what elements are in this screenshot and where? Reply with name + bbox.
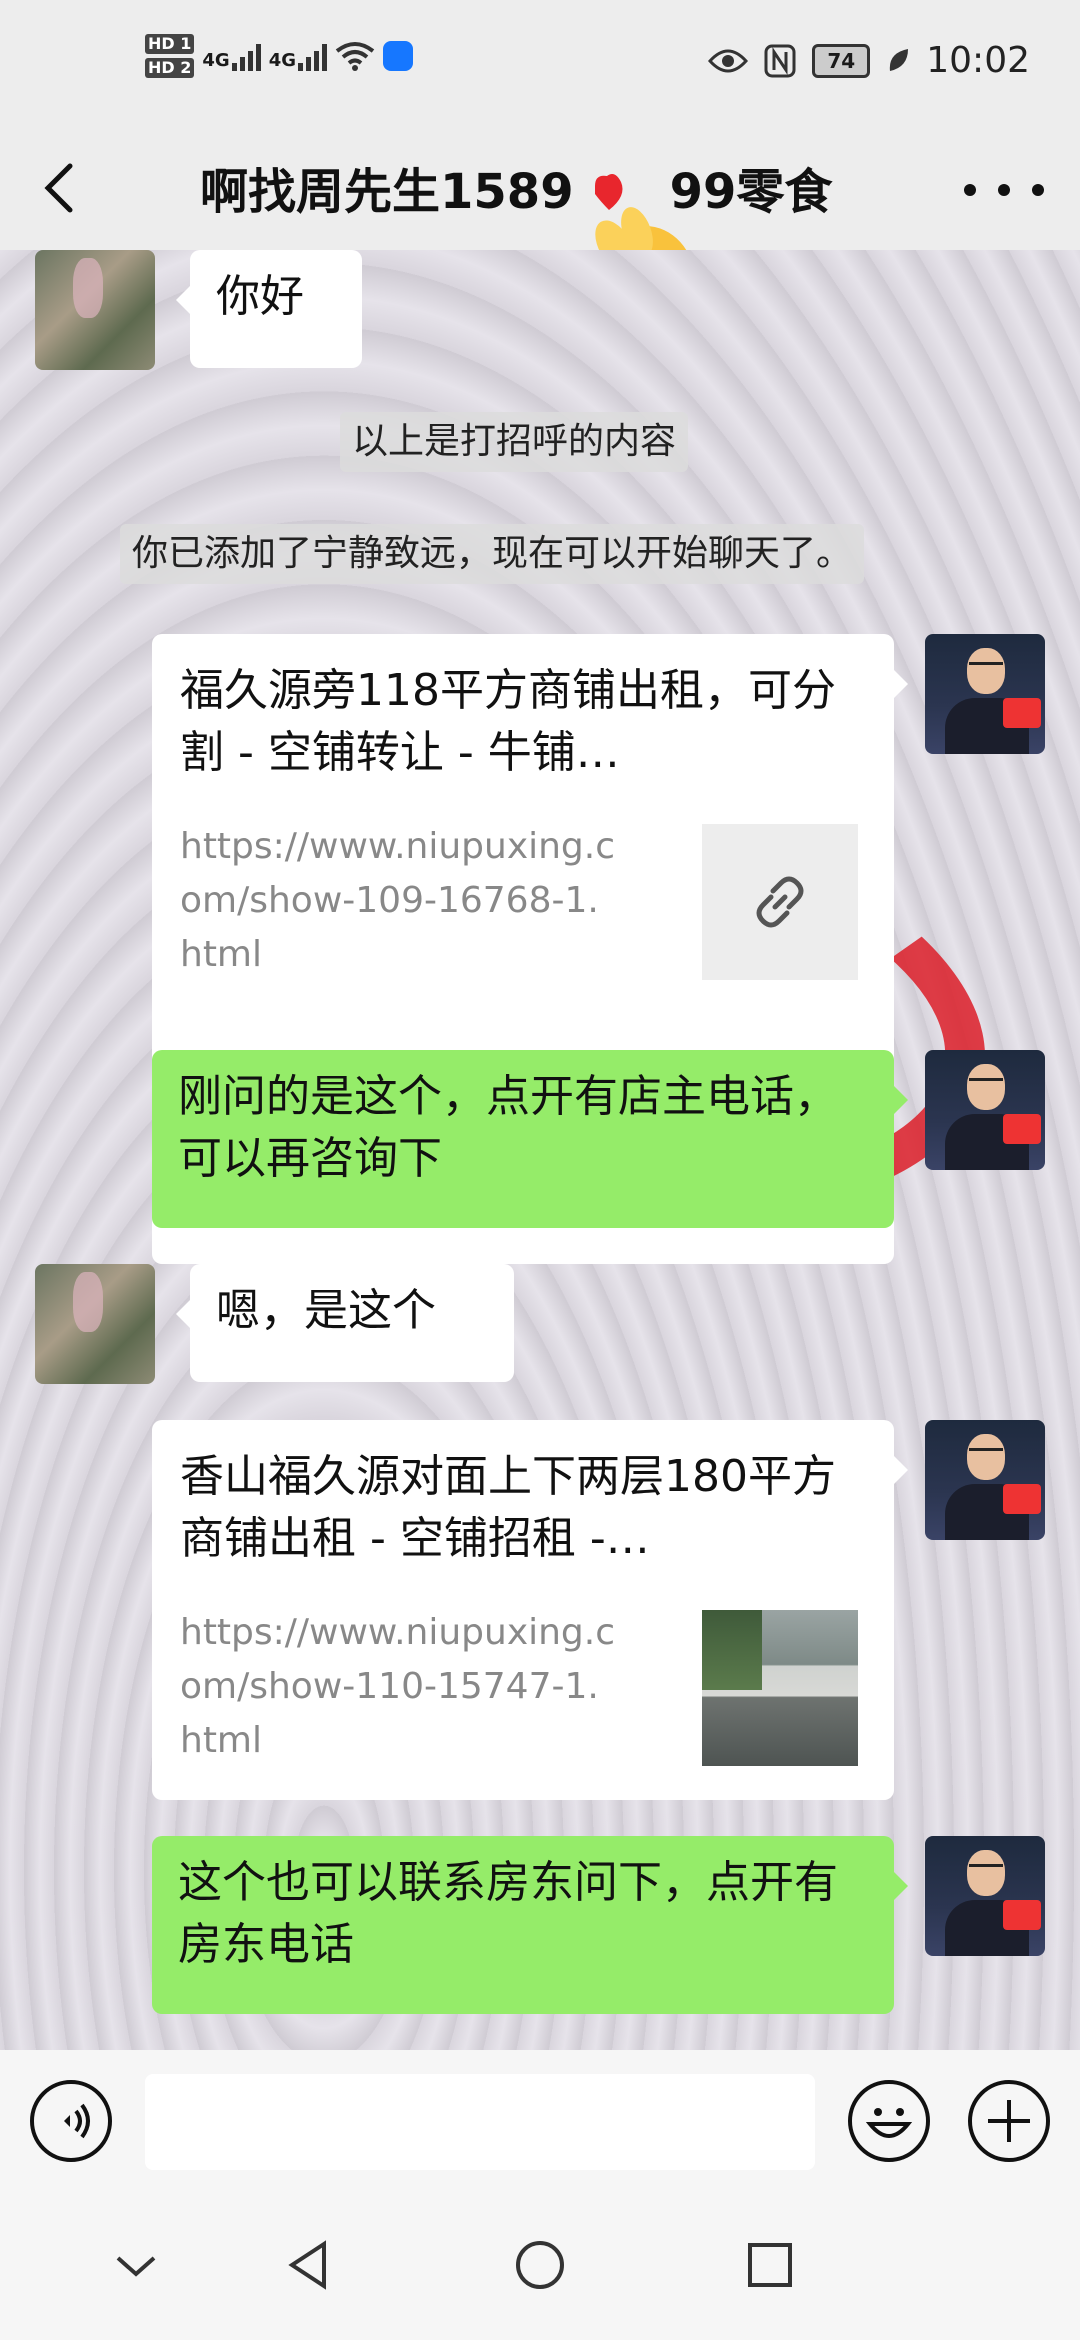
link-icon (756, 876, 804, 928)
app-notification-icon (383, 41, 413, 71)
chat-area[interactable]: 你好 以上是打招呼的内容 你已添加了宁静致远，现在可以开始聊天了。 福久源旁11… (0, 250, 1080, 2050)
link-card-thumbnail-image (702, 1610, 858, 1766)
back-nav-icon[interactable] (270, 2230, 350, 2300)
sim-indicators: HD 1 HD 2 (145, 34, 195, 78)
link-card-url: https://www.niupuxing.com/show-110-15747… (180, 1612, 616, 1761)
emoji-button[interactable] (848, 2080, 930, 2162)
system-message: 你已添加了宁静致远，现在可以开始聊天了。 (120, 524, 865, 584)
my-avatar[interactable] (925, 634, 1045, 754)
status-right: 74 10:02 (708, 40, 1030, 81)
system-message: 以上是打招呼的内容 (340, 412, 689, 472)
home-nav-icon[interactable] (500, 2230, 580, 2300)
link-card-url: https://www.niupuxing.com/show-109-16768… (180, 826, 616, 975)
wifi-icon (335, 42, 375, 71)
voice-icon (64, 2103, 90, 2139)
chat-header: 啊找周先生1589 99零食 (0, 130, 1080, 336)
message-bubble[interactable]: 这个也可以联系房东问下，点开有房东电话 (152, 1836, 908, 2014)
contact-avatar[interactable] (35, 1264, 155, 1384)
link-card-thumbnail (702, 824, 858, 980)
battery-level: 74 (827, 48, 856, 73)
recents-nav-icon[interactable] (730, 2230, 810, 2300)
plus-icon (988, 2100, 1030, 2142)
status-indicators: HD 1 HD 2 4G 4G (145, 34, 413, 78)
back-button[interactable] (30, 156, 94, 220)
input-bar (0, 2050, 1080, 2190)
signal-2: 4G (269, 41, 327, 71)
message-text: 嗯，是这个 (216, 1285, 436, 1336)
system-navigation-bar (0, 2190, 1080, 2340)
network-type-2: 4G (268, 50, 296, 71)
signal-bars-icon (231, 41, 261, 71)
sim1-label: HD 1 (145, 34, 195, 54)
signal-bars-icon (298, 41, 327, 71)
more-options-button[interactable] (964, 160, 1044, 220)
battery-icon: 74 (812, 43, 871, 78)
voice-input-button[interactable] (30, 2080, 112, 2162)
contact-avatar[interactable] (35, 250, 155, 370)
link-card-title: 香山福久源对面上下两层180平方商铺出租 - 空铺招租 -… (180, 1451, 836, 1564)
message-bubble[interactable]: 嗯，是这个 (176, 1264, 514, 1382)
network-type-1: 4G (202, 50, 230, 71)
message-bubble[interactable]: 刚问的是这个，点开有店主电话，可以再咨询下 (152, 1050, 908, 1228)
message-bubble[interactable]: 你好 (176, 250, 362, 368)
sim2-label: HD 2 (145, 58, 195, 78)
my-avatar[interactable] (925, 1050, 1045, 1170)
link-card-title: 福久源旁118平方商铺出租，可分割 - 空铺转让 - 牛铺… (180, 665, 836, 778)
clock: 10:02 (926, 40, 1030, 81)
status-bar: HD 1 HD 2 4G 4G 74 10:02 (0, 0, 1080, 130)
nfc-icon (764, 44, 796, 77)
emoji-icon (865, 2108, 913, 2138)
my-avatar[interactable] (925, 1420, 1045, 1540)
link-card[interactable]: 香山福久源对面上下两层180平方商铺出租 - 空铺招租 -… https://w… (152, 1420, 908, 1800)
message-text: 刚问的是这个，点开有店主电话，可以再咨询下 (178, 1071, 838, 1184)
my-avatar[interactable] (925, 1836, 1045, 1956)
chat-title: 啊找周先生1589 99零食 (200, 152, 880, 222)
collapse-icon[interactable] (96, 2230, 176, 2300)
signal-1: 4G (202, 41, 261, 71)
message-text: 这个也可以联系房东问下，点开有房东电话 (178, 1857, 838, 1970)
chat-title-main: 啊找周先生1589 (200, 164, 574, 220)
more-functions-button[interactable] (968, 2080, 1050, 2162)
message-input[interactable] (145, 2074, 815, 2170)
message-text: 你好 (216, 271, 304, 322)
leaf-icon (890, 48, 909, 71)
eye-icon (708, 49, 749, 72)
